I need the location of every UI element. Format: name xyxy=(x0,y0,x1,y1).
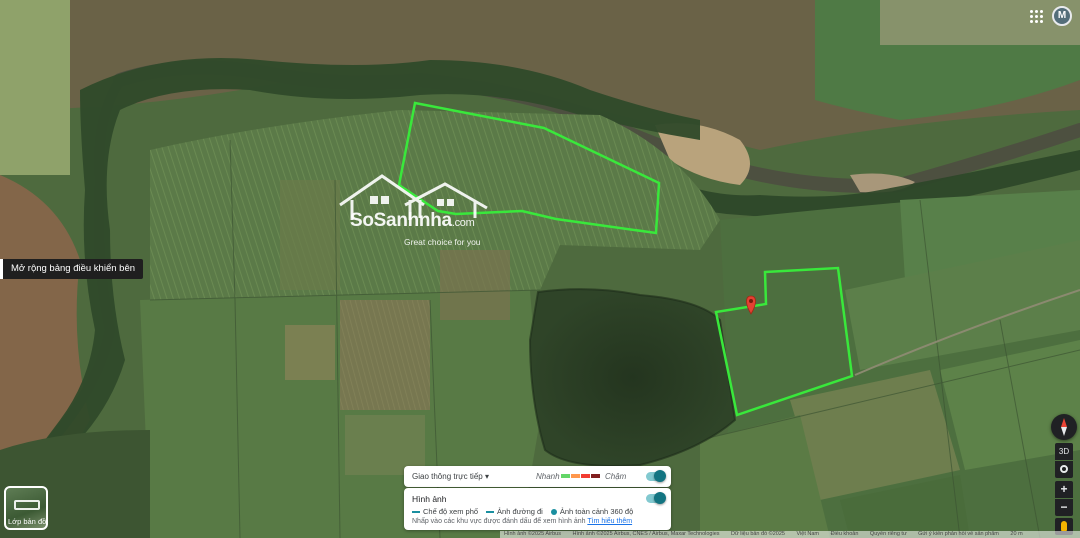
imagery-toggle[interactable] xyxy=(646,492,666,504)
map-viewport[interactable]: SoSanhnha.com Great choice for you Mở rộ… xyxy=(0,0,1080,538)
route-photo-line-icon xyxy=(486,510,495,513)
attribution-item[interactable]: Điều khoản xyxy=(831,531,859,537)
layers-button[interactable]: Lớp bản đồ xyxy=(4,486,48,530)
my-location-icon xyxy=(1060,465,1068,473)
sosanhnha-watermark: SoSanhnha.com Great choice for you xyxy=(336,170,496,250)
traffic-fast-label: Nhanh xyxy=(536,472,560,481)
street-view-line-icon xyxy=(412,510,420,513)
traffic-toggle[interactable] xyxy=(646,470,666,482)
imagery-legend: Chế độ xem phố Ảnh đường đi Ảnh toàn cản… xyxy=(412,507,633,516)
layers-label: Lớp bản đồ xyxy=(8,517,47,526)
my-location-button[interactable] xyxy=(1055,461,1073,478)
watermark-tagline: Great choice for you xyxy=(404,237,481,247)
legend-street-view: Chế độ xem phố xyxy=(423,507,479,516)
attribution-item[interactable]: Việt Nam xyxy=(797,531,820,537)
panorama-dot-icon xyxy=(550,508,557,515)
traffic-slow-label: Chậm xyxy=(605,472,627,481)
expand-side-panel-tooltip[interactable]: Mở rộng bảng điều khiển bên xyxy=(0,259,144,279)
traffic-dropdown[interactable]: Giao thông trực tiếp ▾ xyxy=(412,472,489,481)
apps-grid-icon[interactable] xyxy=(1028,8,1044,24)
account-avatar[interactable]: M xyxy=(1052,6,1072,26)
map-attribution: Hình ảnh ©2025 Airbus Hình ảnh ©2025 Air… xyxy=(500,531,1080,538)
learn-more-link[interactable]: Tìm hiểu thêm xyxy=(587,518,632,525)
legend-panorama: Ảnh toàn cảnh 360 độ xyxy=(559,507,634,516)
attribution-item[interactable]: Gửi ý kiến phản hồi về sản phẩm xyxy=(918,531,999,537)
legend-route-photos: Ảnh đường đi xyxy=(497,507,543,516)
scale-bar-label[interactable]: 20 m xyxy=(1010,531,1022,537)
pegman-icon xyxy=(1061,521,1067,531)
watermark-brand: SoSanhnha.com xyxy=(350,210,475,231)
3d-view-button[interactable]: 3D xyxy=(1055,443,1073,460)
compass-icon[interactable] xyxy=(1051,414,1077,440)
attribution-item: Hình ảnh ©2025 Airbus, CNES / Airbus, Ma… xyxy=(572,531,720,537)
zoom-out-button[interactable]: − xyxy=(1055,499,1073,516)
traffic-panel: Giao thông trực tiếp ▾ Nhanh Chậm xyxy=(404,466,671,487)
traffic-speed-scale xyxy=(561,474,601,478)
attribution-item[interactable]: Quyền riêng tư xyxy=(870,531,907,537)
imagery-title: Hình ảnh xyxy=(412,494,447,504)
imagery-panel: Hình ảnh Chế độ xem phố Ảnh đường đi Ảnh… xyxy=(404,488,671,530)
imagery-hint: Nhấp vào các khu vực được đánh dấu để xe… xyxy=(412,518,633,525)
attribution-item: Hình ảnh ©2025 Airbus xyxy=(504,531,561,537)
satellite-map[interactable] xyxy=(0,0,1080,538)
zoom-in-button[interactable]: + xyxy=(1055,481,1073,498)
attribution-item: Dữ liệu bản đồ ©2025 xyxy=(731,531,785,537)
layers-icon xyxy=(14,500,40,510)
